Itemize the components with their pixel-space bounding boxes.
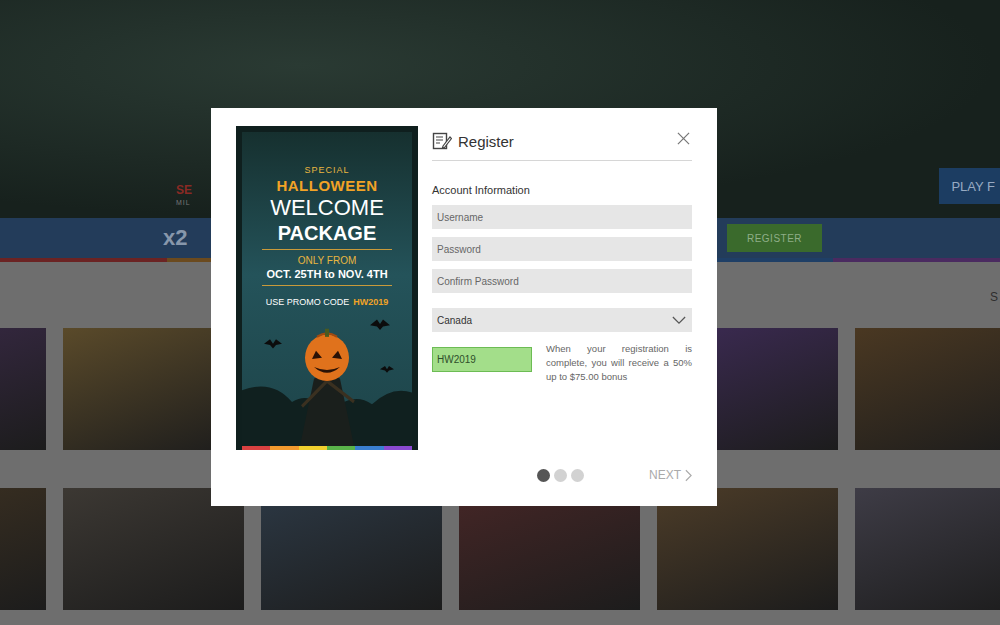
game-tile[interactable]: [855, 488, 1000, 610]
text-field[interactable]: [432, 205, 692, 229]
game-tile[interactable]: [855, 328, 1000, 450]
search-label[interactable]: S: [990, 290, 998, 304]
logo-subtext: MIL: [176, 199, 192, 206]
banner-kicker: SPECIAL: [304, 164, 349, 176]
casino-page: SE MIL PLAY F x2 REGISTER S SPECIALHALLOWEENWE…: [0, 0, 1000, 625]
play-button[interactable]: PLAY F: [939, 168, 1000, 204]
notepad-pencil-icon: [432, 131, 452, 151]
game-tile[interactable]: [0, 488, 46, 610]
promo-code-field[interactable]: [432, 347, 532, 372]
text-field[interactable]: [432, 269, 692, 293]
game-tile[interactable]: [261, 488, 442, 610]
game-tile[interactable]: [0, 328, 46, 450]
dialog-title: Register: [458, 133, 514, 150]
banner-headline: HALLOWEEN: [276, 176, 377, 195]
step-dot[interactable]: [537, 469, 550, 482]
promo-banner: SPECIALHALLOWEENWELCOMEPACKAGE ONLY FROMO…: [236, 126, 418, 450]
dialog-header: Register: [432, 126, 692, 161]
banner-dates-label: ONLY FROM: [298, 254, 357, 267]
banner-code: USE PROMO CODEHW2019: [266, 296, 389, 309]
text-field[interactable]: [432, 237, 692, 261]
step-indicator: [537, 469, 584, 482]
next-button[interactable]: NEXT: [649, 468, 692, 482]
game-tile[interactable]: [63, 488, 244, 610]
step-dot[interactable]: [571, 469, 584, 482]
step-dot[interactable]: [554, 469, 567, 482]
register-button[interactable]: REGISTER: [727, 224, 822, 252]
banner-title: WELCOME: [270, 195, 384, 221]
select-value: Canada: [437, 315, 472, 326]
game-tile[interactable]: [459, 488, 640, 610]
site-logo[interactable]: SE MIL: [176, 184, 192, 206]
register-dialog: SPECIALHALLOWEENWELCOMEPACKAGE ONLY FROMO…: [211, 108, 717, 506]
banner-title: PACKAGE: [278, 221, 377, 245]
chevron-right-icon: [685, 469, 692, 482]
register-form: Register Account Information Canada When yo…: [432, 126, 692, 482]
logo-text: SE: [176, 184, 192, 196]
section-title: Account Information: [432, 183, 692, 197]
promo-note: When your registration is complete, you …: [546, 342, 692, 384]
banner-dates: OCT. 25TH to NOV. 4TH: [266, 267, 387, 281]
pumpkin-scarecrow-icon: [242, 309, 412, 446]
rainbow-stripe: [242, 446, 412, 450]
game-tile[interactable]: [657, 488, 838, 610]
chevron-down-icon: [672, 316, 686, 325]
multiplier-label: x2: [163, 225, 187, 251]
country-select[interactable]: Canada: [432, 308, 692, 332]
game-row: [0, 488, 1000, 610]
close-icon[interactable]: [677, 132, 690, 145]
